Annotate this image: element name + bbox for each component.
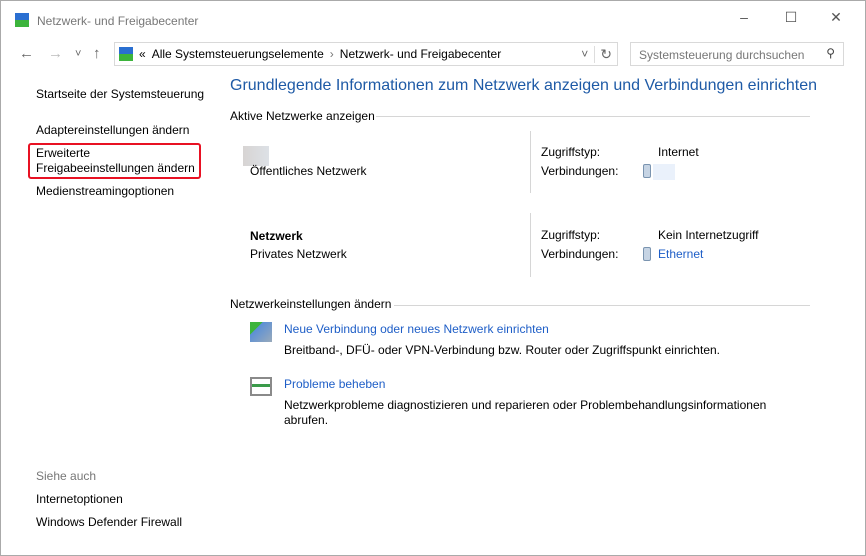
divider [530, 131, 531, 193]
task-description: Netzwerkprobleme diagnostizieren und rep… [284, 398, 767, 427]
divider [394, 305, 810, 306]
sidebar-item-adapter-settings[interactable]: Adaptereinstellungen ändern [36, 123, 189, 137]
search-icon[interactable]: ⚲ [826, 46, 835, 60]
connections-label: Verbindungen: [541, 164, 619, 178]
breadcrumb-separator[interactable]: › [330, 47, 334, 61]
task-description: Breitband-, DFÜ- oder VPN-Verbindung bzw… [284, 343, 720, 357]
search-placeholder: Systemsteuerung durchsuchen [639, 48, 805, 62]
sidebar-link-firewall[interactable]: Windows Defender Firewall [36, 515, 182, 529]
network-icon [243, 146, 269, 166]
network-name: Netzwerk [250, 229, 303, 243]
connections-label: Verbindungen: [541, 247, 619, 261]
access-type-value: Kein Internetzugriff [658, 228, 759, 242]
address-dropdown-icon[interactable]: ˅ [581, 47, 588, 61]
network-type: Öffentliches Netzwerk [250, 164, 367, 178]
app-icon [15, 13, 29, 27]
ethernet-link[interactable]: Ethernet [658, 247, 703, 261]
page-title: Grundlegende Informationen zum Netzwerk … [230, 77, 818, 94]
location-icon [119, 47, 133, 61]
see-also-label: Siehe auch [36, 469, 97, 483]
new-connection-icon [250, 322, 272, 342]
forward-button[interactable]: → [48, 45, 63, 62]
divider [530, 213, 531, 277]
sidebar-item-media-streaming[interactable]: Medienstreamingoptionen [36, 184, 174, 198]
troubleshoot-icon [250, 377, 272, 396]
breadcrumb-item[interactable]: Alle Systemsteuerungselemente [152, 47, 324, 61]
change-settings-title: Netzwerkeinstellungen ändern [230, 297, 392, 311]
search-input[interactable]: Systemsteuerung durchsuchen ⚲ [630, 42, 844, 66]
new-connection-link[interactable]: Neue Verbindung oder neues Netzwerk einr… [284, 322, 549, 336]
minimize-button[interactable]: – [734, 9, 754, 29]
access-type-value: Internet [658, 145, 699, 159]
connection-link[interactable] [653, 164, 675, 180]
address-bar[interactable]: « Alle Systemsteuerungselemente › Netzwe… [114, 42, 618, 66]
recent-locations-button[interactable]: ˅ [75, 48, 81, 60]
sidebar-item-advanced-sharing[interactable]: Erweiterte Freigabeeinstellungen ändern [36, 146, 201, 176]
divider [376, 116, 810, 117]
troubleshoot-link[interactable]: Probleme beheben [284, 377, 385, 391]
back-button[interactable]: ← [19, 45, 34, 62]
refresh-button[interactable]: ↻ [594, 45, 617, 63]
access-type-label: Zugriffstyp: [541, 145, 601, 159]
sidebar-link-internet-options[interactable]: Internetoptionen [36, 492, 123, 506]
up-button[interactable]: ↑ [93, 45, 101, 62]
active-networks-title: Aktive Netzwerke anzeigen [230, 109, 375, 123]
window-title: Netzwerk- und Freigabecenter [37, 14, 199, 28]
access-type-label: Zugriffstyp: [541, 228, 601, 242]
ethernet-icon [643, 164, 651, 178]
close-button[interactable]: ✕ [826, 9, 846, 29]
breadcrumb-item[interactable]: Netzwerk- und Freigabecenter [340, 47, 501, 61]
network-type: Privates Netzwerk [250, 247, 347, 261]
maximize-button[interactable]: ☐ [781, 9, 801, 29]
address-prefix: « [139, 47, 146, 61]
sidebar-item-home[interactable]: Startseite der Systemsteuerung [36, 87, 204, 101]
ethernet-icon [643, 247, 651, 261]
